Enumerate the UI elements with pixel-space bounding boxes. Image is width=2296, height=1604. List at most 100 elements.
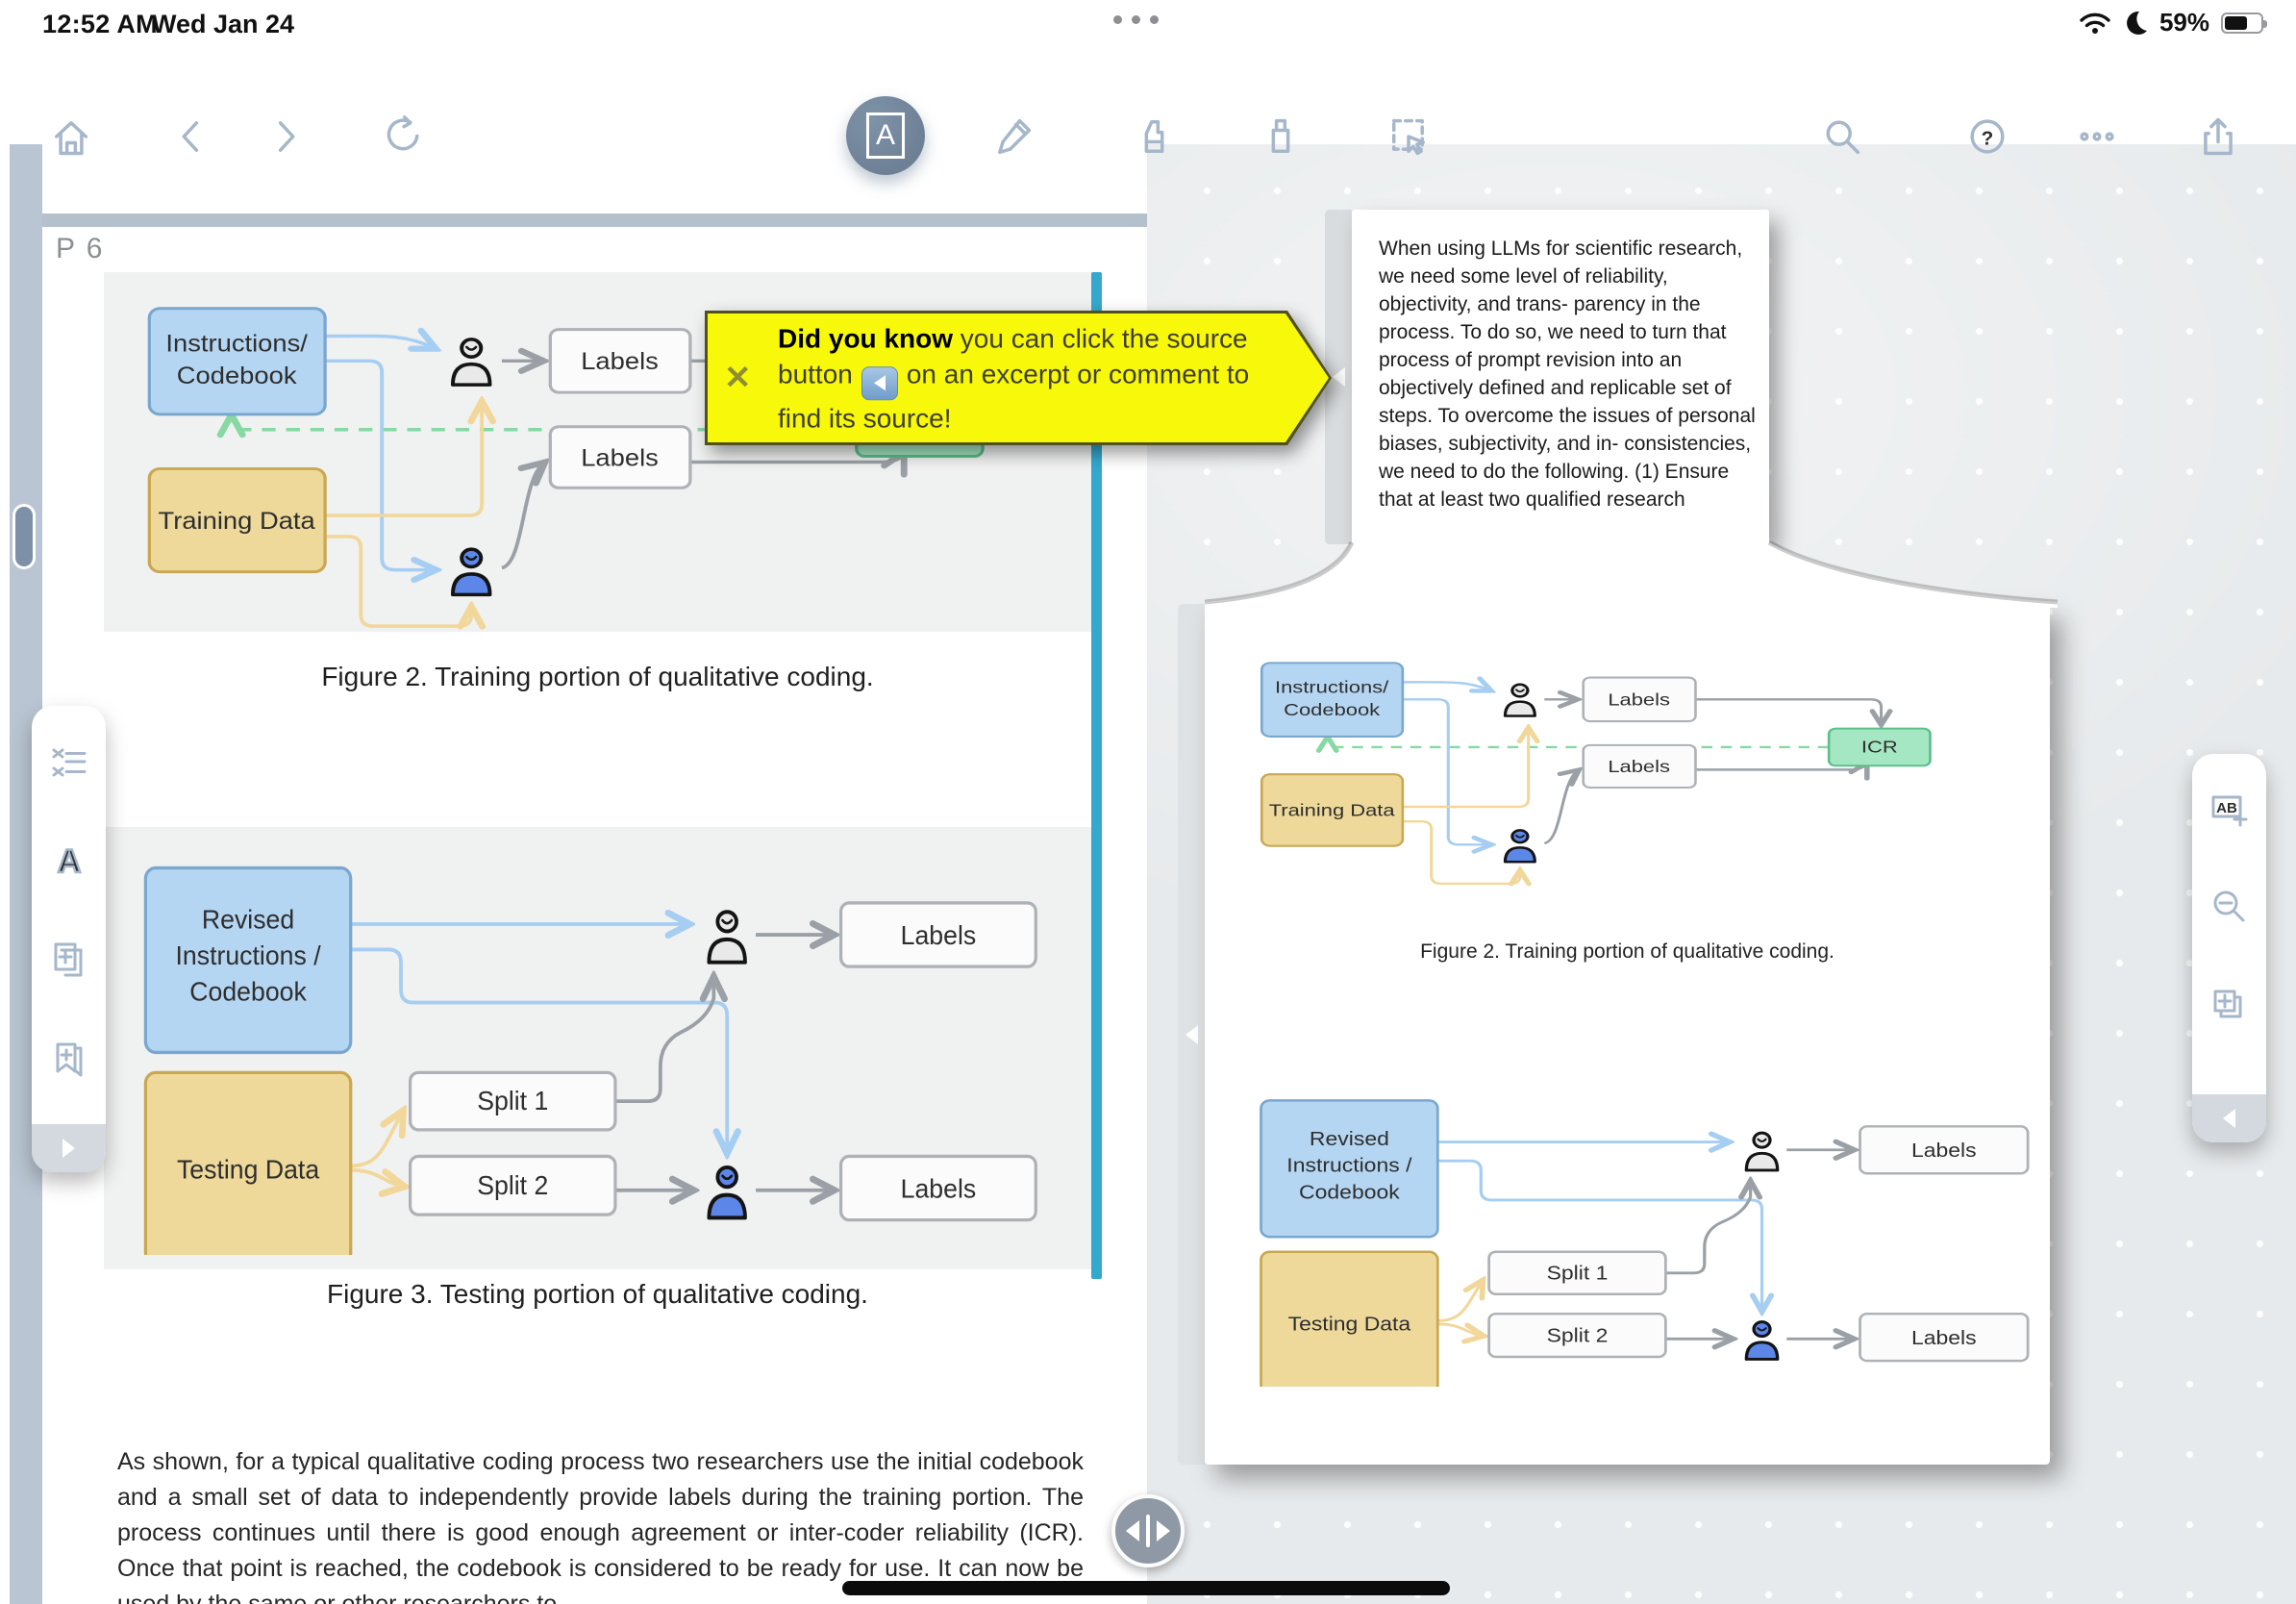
svg-text:Codebook: Codebook	[1299, 1181, 1400, 1203]
right-tool-panel: AB	[2192, 754, 2266, 1142]
battery-icon	[2221, 13, 2263, 34]
marker-tool-button[interactable]	[1258, 113, 1304, 160]
multitasking-dots-icon[interactable]	[1113, 15, 1190, 24]
expand-arrow-icon	[62, 1139, 75, 1158]
svg-text:Revised: Revised	[202, 904, 294, 935]
more-button[interactable]	[2074, 113, 2120, 160]
text-style-button[interactable]: A	[48, 840, 90, 883]
svg-text:Split 2: Split 2	[1547, 1324, 1609, 1346]
figure3-caption: Figure 3. Testing portion of qualitative…	[104, 1279, 1091, 1310]
toolbar: A ?	[0, 46, 2296, 144]
svg-text:Instructions /: Instructions /	[176, 940, 322, 970]
zoom-out-icon	[2209, 887, 2251, 929]
collapse-arrow-icon	[2223, 1109, 2235, 1128]
svg-text:Revised: Revised	[1310, 1127, 1389, 1149]
left-tool-panel: A	[32, 706, 106, 1172]
add-bookmark-button[interactable]	[48, 1037, 90, 1079]
callout-bold-text: Did you know	[778, 323, 953, 353]
svg-text:Labels: Labels	[1911, 1326, 1977, 1348]
home-icon	[48, 113, 94, 160]
svg-text:Labels: Labels	[901, 920, 977, 951]
highlighter-tool-button[interactable]	[1131, 113, 1177, 160]
share-button[interactable]	[2195, 113, 2241, 160]
resize-handle-bar	[1146, 1515, 1150, 1547]
undo-button[interactable]	[379, 113, 425, 160]
status-date: Wed Jan 24	[152, 10, 294, 39]
status-bar: 12:52 AM Wed Jan 24 59%	[0, 0, 2296, 46]
svg-text:Codebook: Codebook	[1284, 701, 1380, 719]
add-text-box-button[interactable]: AB	[2209, 789, 2251, 831]
svg-text:AB: AB	[2216, 800, 2237, 816]
home-button[interactable]	[48, 113, 94, 160]
collapse-list-icon	[48, 742, 90, 785]
back-button[interactable]	[169, 113, 215, 160]
pen-tool-button[interactable]	[990, 113, 1036, 160]
source-button-glyph	[861, 366, 898, 400]
researcher-1-icon	[709, 912, 745, 962]
researcher-1-icon	[453, 339, 490, 385]
marker-icon	[1258, 113, 1304, 160]
status-time: 12:52 AM	[42, 10, 158, 39]
chevron-left-icon	[169, 113, 215, 160]
undo-icon	[379, 113, 425, 160]
close-callout-button[interactable]: ✕	[724, 359, 752, 397]
split-view-resize-handle[interactable]	[1111, 1494, 1185, 1567]
tip-callout-text: Did you know you can click the source bu…	[778, 320, 1263, 436]
pen-icon	[990, 113, 1036, 160]
svg-text:Instructions/: Instructions/	[165, 330, 308, 357]
app-screen: 12:52 AM Wed Jan 24 59% A	[0, 0, 2296, 1604]
add-text-box-icon: AB	[2209, 789, 2251, 831]
add-bookmark-icon	[48, 1037, 90, 1079]
excerpt-connection-funnel	[1205, 535, 2058, 608]
svg-text:Instructions/: Instructions/	[1275, 679, 1389, 697]
screenshot-tool-button[interactable]	[1385, 113, 1432, 160]
workspace-figure2-caption: Figure 2. Training portion of qualitativ…	[1205, 940, 2050, 964]
workspace-figure2-diagram: Instructions/ Codebook Training Data Lab…	[1250, 642, 2009, 894]
svg-text:Testing Data: Testing Data	[1288, 1313, 1412, 1335]
resize-right-arrow-icon	[1157, 1520, 1170, 1541]
svg-text:?: ?	[1982, 128, 1994, 150]
forward-button[interactable]	[262, 113, 308, 160]
researcher-2-icon	[1746, 1322, 1777, 1360]
svg-text:Training Data: Training Data	[159, 507, 316, 534]
resize-left-arrow-icon	[1126, 1520, 1139, 1541]
add-page-icon	[2209, 985, 2251, 1027]
researcher-2-icon	[709, 1167, 745, 1217]
svg-text:Labels: Labels	[1911, 1139, 1977, 1161]
tip-callout: ✕ Did you know you can click the source …	[705, 311, 1332, 445]
search-button[interactable]	[1819, 113, 1865, 160]
add-page-button[interactable]	[2209, 985, 2251, 1027]
svg-text:Labels: Labels	[1608, 758, 1670, 776]
help-button[interactable]: ?	[1964, 113, 2010, 160]
source-arrow-icon	[1333, 367, 1345, 387]
collapse-arrow-icon	[1185, 1025, 1198, 1044]
share-icon	[2195, 113, 2241, 160]
instructions-codebook-box	[1261, 663, 1403, 737]
excerpt-text: When using LLMs for scientific research,…	[1379, 235, 1756, 514]
svg-text:Codebook: Codebook	[177, 362, 298, 388]
add-document-button[interactable]	[48, 939, 90, 981]
svg-text:A: A	[57, 843, 81, 880]
search-icon	[1819, 113, 1865, 160]
svg-text:ICR: ICR	[1861, 739, 1898, 757]
svg-text:Testing Data: Testing Data	[177, 1154, 320, 1185]
chevron-right-icon	[262, 113, 308, 160]
expand-panel-button[interactable]	[32, 1124, 106, 1172]
zoom-out-button[interactable]	[2209, 887, 2251, 929]
wifi-icon	[2079, 11, 2111, 36]
workspace-figure3-diagram: Revised Instructions / Codebook Testing …	[1256, 1081, 2051, 1387]
svg-text:Split 2: Split 2	[477, 1170, 548, 1201]
collapse-list-button[interactable]	[48, 742, 90, 785]
highlighter-icon	[1131, 113, 1177, 160]
text-style-icon: A	[48, 840, 90, 883]
home-indicator[interactable]	[842, 1581, 1450, 1595]
add-document-icon	[48, 939, 90, 981]
drawer-handle[interactable]	[12, 504, 36, 569]
workspace-collapse-button[interactable]	[1178, 604, 1205, 1465]
collapse-panel-button[interactable]	[2192, 1094, 2266, 1142]
text-select-tool-button[interactable]: A	[846, 96, 925, 175]
svg-text:Labels: Labels	[1608, 691, 1670, 710]
svg-text:Split 1: Split 1	[1547, 1262, 1609, 1284]
page-number-label: P 6	[56, 233, 105, 265]
excerpt-card[interactable]: When using LLMs for scientific research,…	[1352, 210, 1769, 544]
